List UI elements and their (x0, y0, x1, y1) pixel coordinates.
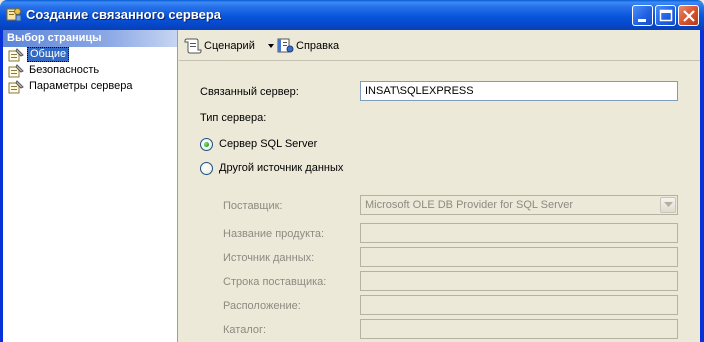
provider-select[interactable]: Microsoft OLE DB Provider for SQL Server (360, 195, 678, 215)
help-icon (277, 38, 294, 53)
app-icon (6, 7, 22, 23)
minimize-button[interactable] (632, 5, 653, 26)
page-wrench-icon (8, 80, 24, 94)
server-type-label: Тип сервера: (200, 112, 267, 124)
linked-server-input[interactable]: INSAT\SQLEXPRESS (360, 81, 678, 101)
nav-item-label: Безопасность (29, 64, 100, 76)
help-label: Справка (296, 40, 340, 52)
nav-item-general[interactable]: Общие (3, 47, 177, 63)
product-name-label: Название продукта: (223, 228, 325, 240)
location-input[interactable] (360, 295, 678, 315)
product-name-input[interactable] (360, 223, 678, 243)
nav-item-label: Общие (27, 47, 70, 62)
nav-item-security[interactable]: Безопасность (3, 63, 177, 79)
radio-sql-server[interactable] (200, 138, 213, 151)
page-selector-panel: Выбор страницы Общие Безопасность Параме… (0, 30, 178, 342)
page-wrench-icon (8, 64, 24, 78)
script-label: Сценарий (204, 40, 255, 52)
chevron-down-icon[interactable] (660, 197, 676, 213)
radio-sql-server-label[interactable]: Сервер SQL Server (219, 138, 317, 150)
data-source-label: Источник данных: (223, 252, 315, 264)
catalog-label: Каталог: (223, 324, 267, 336)
maximize-button[interactable] (655, 5, 676, 26)
help-button[interactable]: Справка (276, 37, 346, 55)
title-bar[interactable]: Создание связанного сервера (0, 0, 704, 30)
nav-item-label: Параметры сервера (29, 80, 133, 92)
radio-selected-dot (204, 142, 209, 147)
data-source-input[interactable] (360, 247, 678, 267)
close-button[interactable] (678, 5, 699, 26)
toolbar: Сценарий Справка (179, 30, 701, 61)
provider-label: Поставщик: (223, 200, 283, 212)
radio-other-source[interactable] (200, 162, 213, 175)
page-wrench-icon (8, 48, 24, 62)
nav-item-server-options[interactable]: Параметры сервера (3, 79, 177, 95)
general-page: Связанный сервер: INSAT\SQLEXPRESS Тип с… (179, 62, 701, 342)
chevron-down-icon[interactable] (268, 44, 274, 48)
maximize-icon (659, 9, 673, 22)
provider-string-input[interactable] (360, 271, 678, 291)
provider-select-value: Microsoft OLE DB Provider for SQL Server (365, 199, 574, 211)
catalog-input[interactable] (360, 319, 678, 339)
linked-server-label: Связанный сервер: (200, 86, 299, 98)
provider-string-label: Строка поставщика: (223, 276, 327, 288)
script-button[interactable]: Сценарий (184, 37, 274, 55)
minimize-icon (638, 19, 646, 22)
window-border (700, 30, 704, 342)
location-label: Расположение: (223, 300, 301, 312)
radio-other-source-label[interactable]: Другой источник данных (219, 162, 343, 174)
page-selector-header: Выбор страницы (3, 30, 177, 47)
close-icon (683, 10, 695, 22)
window-title: Создание связанного сервера (26, 7, 222, 22)
script-icon (184, 38, 202, 54)
